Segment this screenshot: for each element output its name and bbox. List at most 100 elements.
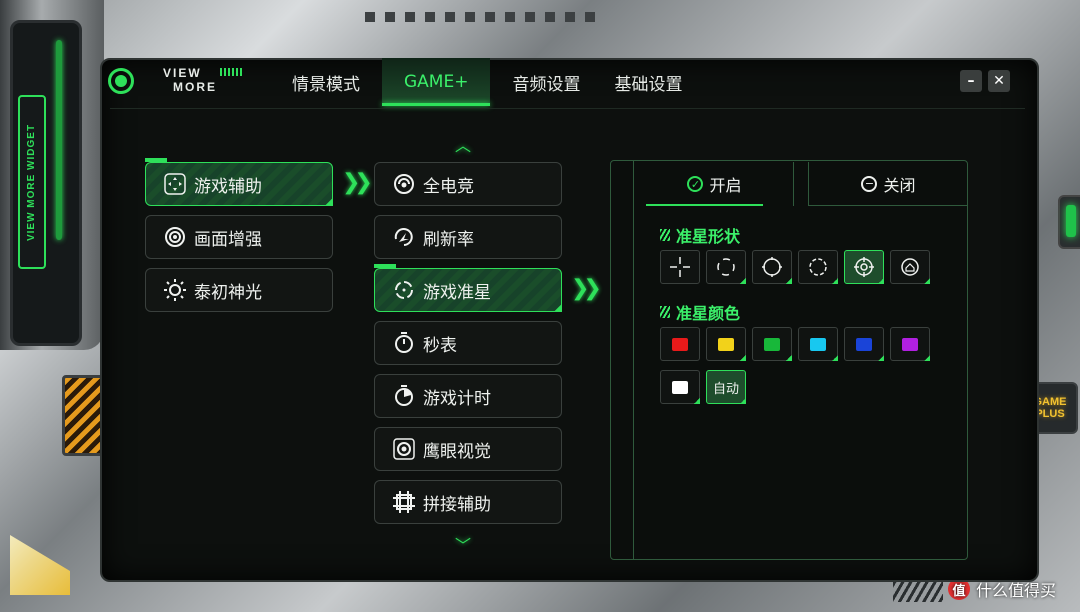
section-marker-icon [660, 306, 670, 318]
auto-color-label: 自动 [712, 381, 739, 397]
toggle-on-label: 开启 [709, 176, 742, 195]
eagle-eye-icon [391, 436, 417, 462]
splice-icon [391, 489, 417, 515]
logo-ring-icon [108, 68, 134, 94]
color-option-red[interactable] [660, 327, 700, 361]
scroll-down-chevron-icon[interactable]: ﹀ [455, 532, 471, 556]
toggle-on-button[interactable]: ✓ 开启 [636, 162, 794, 206]
header-divider [110, 108, 1025, 109]
settings-left-bar [610, 160, 634, 560]
menu-item-label: 秒表 [423, 335, 457, 356]
left-green-light [56, 40, 62, 240]
menu-item-label: 刷新率 [423, 229, 474, 250]
menu-item-eagle-eye[interactable]: 鹰眼视觉 [374, 427, 562, 471]
main-tabs: 情景模式 GAME+ 音频设置 基础设置 [280, 58, 704, 108]
refresh-rate-icon [391, 224, 417, 250]
corner-notch [878, 355, 884, 361]
color-option-blue[interactable] [844, 327, 884, 361]
menu-item-esports[interactable]: 全电竞 [374, 162, 562, 206]
corner-notch [740, 278, 746, 284]
corner-bracket-crosshair-icon [717, 258, 735, 276]
menu-item-label: 画面增强 [194, 229, 262, 250]
corner-notch [924, 355, 930, 361]
tab-scene-mode[interactable]: 情景模式 [280, 58, 372, 106]
shape-option-house[interactable] [890, 250, 930, 284]
shape-option-scope[interactable] [844, 250, 884, 284]
corner-notch [694, 398, 700, 404]
corner-notch [325, 198, 333, 206]
color-section-title: 准星颜色 [660, 300, 740, 324]
bottom-vents [893, 582, 943, 602]
menu-item-display-enhance[interactable]: 画面增强 [145, 215, 333, 259]
close-button[interactable]: ✕ [988, 70, 1010, 92]
corner-notch [786, 278, 792, 284]
logo-text: VIEW MORE [163, 66, 217, 94]
chevron-right-icon: ❯❯ [571, 276, 602, 301]
color-option-cyan[interactable] [798, 327, 838, 361]
menu-item-game-assist[interactable]: 游戏辅助 [145, 158, 333, 206]
toggle-off-button[interactable]: − 关闭 [808, 162, 968, 206]
game-timer-icon [391, 383, 417, 409]
color-swatch [810, 337, 826, 351]
dashed-circle-crosshair-icon [809, 258, 827, 276]
circle-crosshair-icon [762, 257, 782, 277]
check-circle-icon: ✓ [687, 176, 704, 192]
esports-icon [391, 171, 417, 197]
menu-item-label: 游戏辅助 [194, 176, 262, 197]
shape-option-dashed-circle[interactable] [798, 250, 838, 284]
corner-notch [740, 398, 746, 404]
menu-item-splice-assist[interactable]: 拼接辅助 [374, 480, 562, 524]
menu-item-refresh-rate[interactable]: 刷新率 [374, 215, 562, 259]
display-enhance-icon [162, 224, 188, 250]
minimize-button[interactable]: – [960, 70, 982, 92]
menu-item-stopwatch[interactable]: 秒表 [374, 321, 562, 365]
tab-audio-settings[interactable]: 音频设置 [500, 58, 592, 106]
color-swatch [672, 380, 688, 394]
logo-bars-icon [220, 68, 244, 76]
section-marker-icon [660, 229, 670, 241]
menu-item-game-timer[interactable]: 游戏计时 [374, 374, 562, 418]
color-option-purple[interactable] [890, 327, 930, 361]
crosshair-icon [391, 277, 417, 303]
corner-notch [740, 355, 746, 361]
gamepad-icon [162, 171, 188, 197]
color-option-auto[interactable]: 自动 [706, 370, 746, 404]
toggle-off-label: 关闭 [883, 175, 916, 195]
minus-circle-icon: − [861, 175, 878, 192]
menu-item-crosshair[interactable]: 游戏准星 [374, 264, 562, 312]
shape-section-title: 准星形状 [660, 223, 740, 247]
color-swatch [856, 337, 872, 351]
shape-option-circle[interactable] [752, 250, 792, 284]
sun-icon [162, 277, 188, 303]
house-crosshair-icon [901, 258, 919, 276]
shape-option-brackets[interactable] [706, 250, 746, 284]
corner-notch [786, 355, 792, 361]
scope-crosshair-icon [854, 257, 874, 277]
scroll-up-chevron-icon[interactable]: ︿ [455, 132, 471, 156]
menu-item-label: 泰初神光 [194, 282, 262, 303]
corner-notch [924, 278, 930, 284]
corner-notch [832, 278, 838, 284]
color-option-yellow[interactable] [706, 327, 746, 361]
color-option-green[interactable] [752, 327, 792, 361]
menu-item-taichu-light[interactable]: 泰初神光 [145, 268, 333, 312]
stopwatch-icon [391, 330, 417, 356]
color-swatch [902, 337, 918, 351]
shape-option-plus[interactable] [660, 250, 700, 284]
tab-basic-settings[interactable]: 基础设置 [602, 58, 694, 106]
side-widget-label: VIEW MORE WIDGET [18, 95, 46, 269]
menu-item-label: 游戏计时 [423, 388, 491, 409]
color-option-white[interactable] [660, 370, 700, 404]
menu-item-label: 全电竞 [423, 176, 474, 197]
active-accent [145, 158, 167, 162]
corner-notch [554, 304, 562, 312]
color-swatch [672, 337, 688, 351]
color-swatch [764, 337, 780, 351]
menu-item-label: 拼接辅助 [423, 494, 491, 515]
tab-game-plus[interactable]: GAME+ [382, 58, 491, 106]
frame-top-ridges [365, 12, 595, 22]
right-switch [1058, 195, 1080, 249]
corner-notch [878, 278, 884, 284]
menu-item-label: 游戏准星 [423, 282, 491, 303]
corner-notch [832, 355, 838, 361]
